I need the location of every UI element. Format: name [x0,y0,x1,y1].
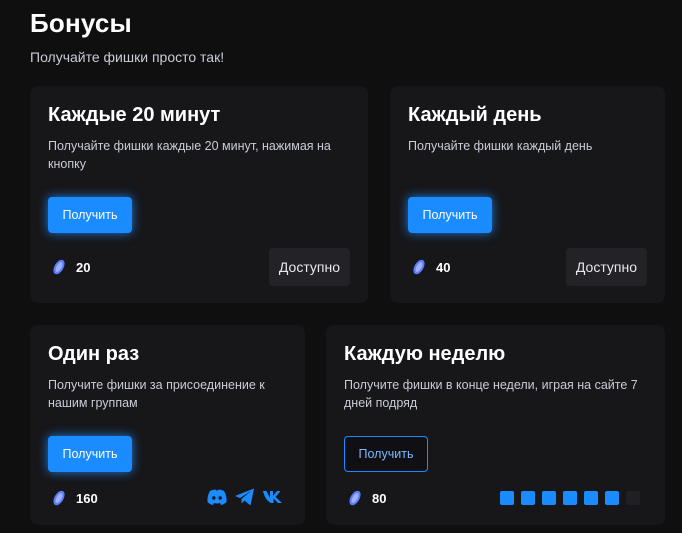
streak-day-completed [563,491,577,505]
reward-amount: 20 [76,259,91,275]
card-description: Получите фишки за присоединение к нашим … [48,378,265,410]
social-links [206,486,284,508]
streak-day-completed [500,491,514,505]
reward-amount: 160 [76,490,98,506]
claim-button[interactable]: Получить [48,436,132,472]
card-title: Один раз [48,343,140,365]
card-title: Каждые 20 минут [48,104,221,126]
discord-icon[interactable] [206,486,228,508]
status-badge: Доступно [565,248,647,286]
page-title: Бонусы [30,8,132,38]
bonus-card-once: Один раз Получите фишки за присоединение… [30,325,305,525]
page-subtitle: Получайте фишки просто так! [30,49,225,65]
reward: 20 [50,258,90,276]
card-description: Получайте фишки каждые 20 минут, нажимая… [48,139,331,171]
bonus-card-20min: Каждые 20 минут Получайте фишки каждые 2… [30,86,368,303]
card-title: Каждый день [408,104,542,126]
card-description: Получите фишки в конце недели, играя на … [344,378,638,410]
card-title: Каждую неделю [344,343,506,365]
claim-button[interactable]: Получить [344,436,428,472]
coin-icon [349,490,361,506]
streak-day-completed [584,491,598,505]
coin-icon [53,259,65,275]
reward: 160 [50,489,98,507]
telegram-icon[interactable] [234,486,256,508]
reward: 40 [410,258,450,276]
streak-day-completed [605,491,619,505]
reward-amount: 80 [372,490,387,506]
bonus-card-daily: Каждый день Получайте фишки каждый день … [390,86,665,303]
status-badge: Доступно [268,248,350,286]
card-description: Получайте фишки каждый день [408,139,593,153]
bonus-card-weekly: Каждую неделю Получите фишки в конце нед… [326,325,665,525]
streak-day-completed [542,491,556,505]
weekly-streak [500,491,640,505]
vk-icon[interactable] [262,486,284,508]
coin-icon [413,259,425,275]
reward: 80 [346,489,386,507]
claim-button[interactable]: Получить [48,197,132,233]
claim-button[interactable]: Получить [408,197,492,233]
coin-icon [53,490,65,506]
reward-amount: 40 [436,259,451,275]
streak-day-completed [521,491,535,505]
streak-day-pending [626,491,640,505]
